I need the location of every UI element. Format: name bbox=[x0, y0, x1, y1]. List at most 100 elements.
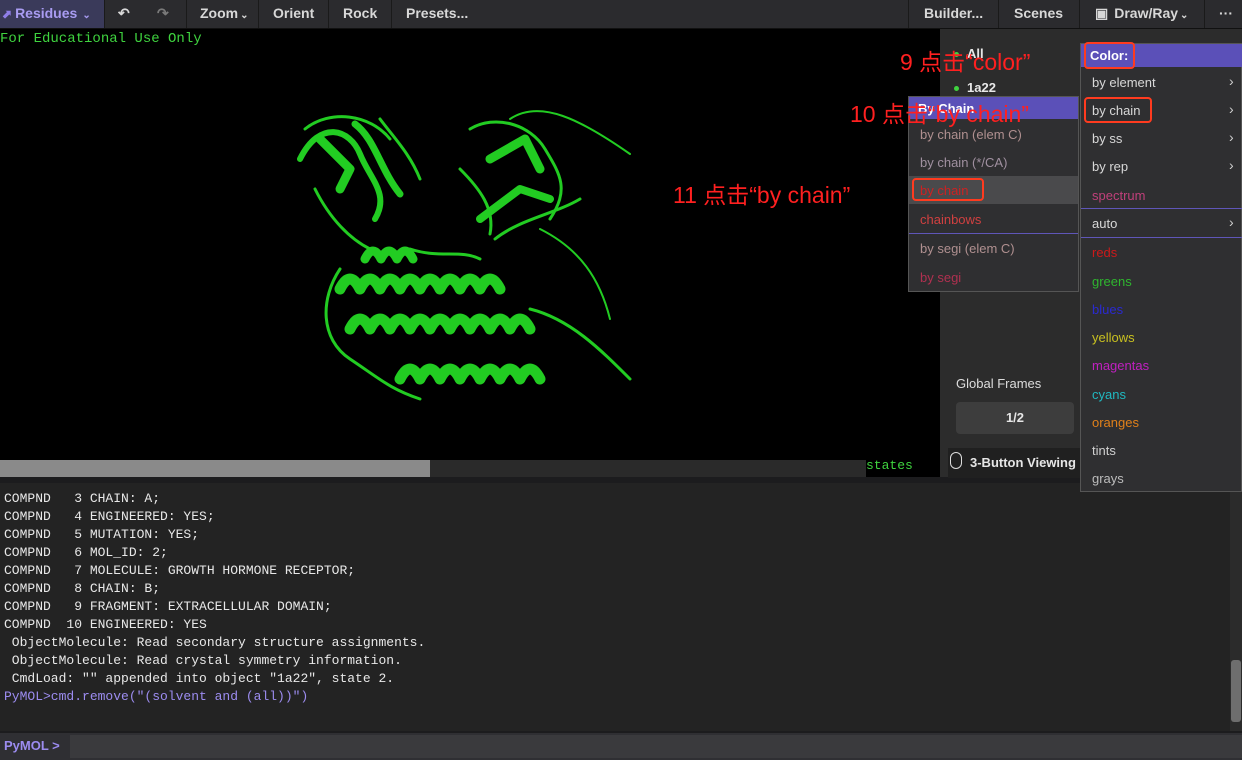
menu-item-by-chain-elem-c[interactable]: by chain (elem C) bbox=[920, 127, 1022, 142]
zoom-button[interactable]: Zoom ⌄ bbox=[200, 0, 249, 28]
object-name: 1a22 bbox=[967, 80, 996, 95]
toolbar-divider bbox=[998, 0, 999, 28]
states-label: states bbox=[866, 458, 913, 473]
chevron-right-icon: › bbox=[1229, 129, 1234, 145]
console-line: COMPND 10 ENGINEERED: YES bbox=[4, 617, 207, 632]
menu-item-by-segi-elem-c[interactable]: by segi (elem C) bbox=[920, 241, 1015, 256]
console-last-command: PyMOL>cmd.remove("(solvent and (all))") bbox=[4, 689, 309, 704]
object-row-1a22[interactable]: 1a22 bbox=[954, 80, 996, 95]
loop bbox=[528, 307, 632, 381]
chevron-right-icon: › bbox=[1229, 101, 1234, 117]
menu-divider bbox=[1081, 208, 1242, 209]
residues-selection-mode-button[interactable]: ⬈ Residues ⌄ bbox=[0, 0, 104, 28]
toolbar-divider bbox=[186, 0, 187, 28]
toolbar-divider bbox=[258, 0, 259, 28]
console-line: ObjectMolecule: Read secondary structure… bbox=[4, 635, 426, 650]
highlight-box-color bbox=[1084, 42, 1135, 69]
toolbar-divider bbox=[908, 0, 909, 28]
undo-icon: ↶ bbox=[118, 5, 130, 21]
global-frames-label: Global Frames bbox=[956, 376, 1042, 391]
loop bbox=[539, 228, 611, 320]
menu-item-by-rep[interactable]: by rep bbox=[1092, 159, 1128, 174]
beta-strand bbox=[485, 134, 545, 174]
menu-item-by-ss[interactable]: by ss bbox=[1092, 131, 1122, 146]
menu-item-magentas[interactable]: magentas bbox=[1092, 358, 1149, 373]
rock-button[interactable]: Rock bbox=[343, 0, 377, 28]
menu-item-reds[interactable]: reds bbox=[1092, 245, 1117, 260]
chevron-right-icon: › bbox=[1229, 157, 1234, 173]
more-options-button[interactable]: ··· bbox=[1219, 0, 1233, 28]
console-line: COMPND 6 MOL_ID: 2; bbox=[4, 545, 168, 560]
redo-button[interactable]: ↷ bbox=[157, 0, 169, 28]
menu-item-tints[interactable]: tints bbox=[1092, 443, 1116, 458]
toolbar-divider bbox=[1079, 0, 1080, 28]
loop bbox=[313, 187, 372, 251]
visibility-dot-icon bbox=[954, 86, 959, 92]
chevron-down-icon: ⌄ bbox=[240, 10, 249, 21]
console-line: CmdLoad: "" appended into object "1a22",… bbox=[4, 671, 395, 686]
toolbar-divider bbox=[391, 0, 392, 28]
menu-item-yellows[interactable]: yellows bbox=[1092, 330, 1135, 345]
menu-item-chainbows[interactable]: chainbows bbox=[920, 212, 981, 227]
menu-divider bbox=[1081, 237, 1242, 238]
menu-item-spectrum[interactable]: spectrum bbox=[1092, 188, 1145, 203]
protein-cartoon-render bbox=[297, 110, 632, 401]
chevron-right-icon: › bbox=[1229, 214, 1234, 230]
redo-icon: ↷ bbox=[157, 5, 169, 21]
loop bbox=[458, 167, 493, 236]
scenes-button[interactable]: Scenes bbox=[1014, 0, 1063, 28]
console-line: ObjectMolecule: Read crystal symmetry in… bbox=[4, 653, 402, 668]
undo-button[interactable]: ↶ bbox=[118, 0, 130, 28]
alpha-helix bbox=[344, 313, 536, 335]
draw-ray-button[interactable]: ▣ Draw/Ray ⌄ bbox=[1095, 0, 1188, 28]
console-scrollbar-thumb[interactable] bbox=[1231, 660, 1241, 722]
educational-use-notice: For Educational Use Only bbox=[0, 31, 202, 47]
menu-item-by-chain-ca[interactable]: by chain (*/CA) bbox=[920, 155, 1007, 170]
chevron-down-icon: ⌄ bbox=[82, 10, 91, 21]
draw-ray-label: Draw/Ray bbox=[1114, 5, 1179, 21]
toolbar-divider bbox=[1204, 0, 1205, 28]
console-line: COMPND 7 MOLECULE: GROWTH HORMONE RECEPT… bbox=[4, 563, 356, 578]
residues-label: Residues bbox=[15, 5, 78, 21]
console-lines: COMPND 3 CHAIN: A; COMPND 4 ENGINEERED: Y… bbox=[4, 490, 425, 706]
chevron-right-icon: › bbox=[1229, 73, 1234, 89]
menu-item-by-segi[interactable]: by segi bbox=[920, 270, 961, 285]
loop bbox=[408, 247, 482, 261]
cursor-arrow-icon: ⬈ bbox=[2, 7, 13, 21]
annotation-step-9: 9 点击“color” bbox=[900, 49, 1031, 75]
viewport-scrollbar-thumb[interactable] bbox=[0, 460, 430, 477]
console-line: COMPND 5 MUTATION: YES; bbox=[4, 527, 200, 542]
mouse-icon bbox=[950, 452, 962, 469]
menu-item-auto[interactable]: auto bbox=[1092, 216, 1117, 231]
menu-item-grays[interactable]: grays bbox=[1092, 471, 1124, 486]
zoom-label: Zoom bbox=[200, 5, 239, 21]
menu-item-cyans[interactable]: cyans bbox=[1092, 387, 1126, 402]
beta-strand bbox=[315, 134, 355, 194]
console-line: COMPND 3 CHAIN: A; bbox=[4, 491, 161, 506]
highlight-box-by-chain-option bbox=[912, 178, 984, 201]
orient-button[interactable]: Orient bbox=[273, 0, 314, 28]
highlight-box-by-chain bbox=[1084, 97, 1152, 123]
builder-button[interactable]: Builder... bbox=[924, 0, 983, 28]
alpha-helix bbox=[334, 273, 506, 295]
camera-icon: ▣ bbox=[1095, 5, 1109, 21]
annotation-step-10: 10 点击“by chain” bbox=[850, 101, 1029, 127]
menu-item-oranges[interactable]: oranges bbox=[1092, 415, 1139, 430]
chevron-down-icon: ⌄ bbox=[1180, 10, 1189, 21]
console-line: COMPND 8 CHAIN: B; bbox=[4, 581, 161, 596]
3d-viewport[interactable]: For Educational Use Only states bbox=[0, 29, 940, 477]
command-prompt-label: PyMOL > bbox=[4, 738, 60, 753]
command-input[interactable] bbox=[70, 735, 1242, 758]
console-line: COMPND 9 FRAGMENT: EXTRACELLULAR DOMAIN; bbox=[4, 599, 332, 614]
console-line: COMPND 4 ENGINEERED: YES; bbox=[4, 509, 215, 524]
presets-button[interactable]: Presets... bbox=[406, 0, 468, 28]
frame-counter-button[interactable]: 1/2 bbox=[956, 402, 1074, 434]
menu-item-by-element[interactable]: by element bbox=[1092, 75, 1156, 90]
alpha-helix bbox=[360, 246, 418, 264]
toolbar-divider bbox=[328, 0, 329, 28]
annotation-step-11: 11 点击“by chain” bbox=[673, 182, 851, 208]
menu-item-blues[interactable]: blues bbox=[1092, 302, 1123, 317]
mouse-mode-label: 3-Button Viewing bbox=[970, 455, 1076, 470]
menu-divider bbox=[909, 233, 1078, 234]
menu-item-greens[interactable]: greens bbox=[1092, 274, 1132, 289]
